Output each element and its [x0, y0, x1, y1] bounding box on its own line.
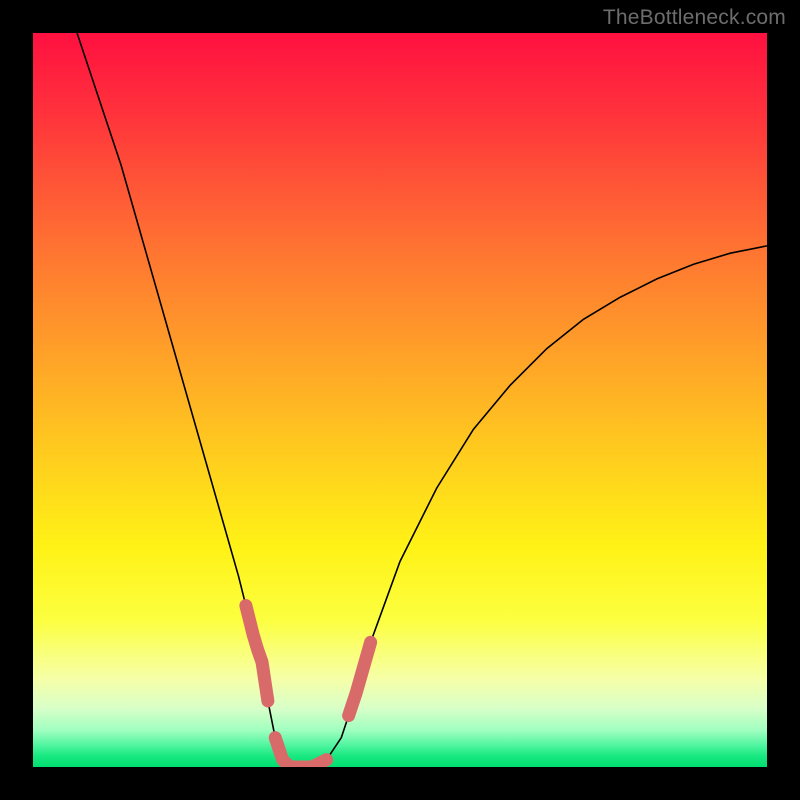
highlight-segment — [246, 606, 268, 701]
watermark-text: TheBottleneck.com — [603, 6, 786, 30]
chart-overlay — [33, 33, 767, 767]
plot-area — [33, 33, 767, 767]
highlight-segment — [349, 642, 371, 715]
highlight-segments — [246, 606, 371, 767]
bottleneck-curve — [77, 33, 767, 767]
highlight-segment — [275, 738, 326, 767]
chart-frame: TheBottleneck.com — [0, 0, 800, 800]
